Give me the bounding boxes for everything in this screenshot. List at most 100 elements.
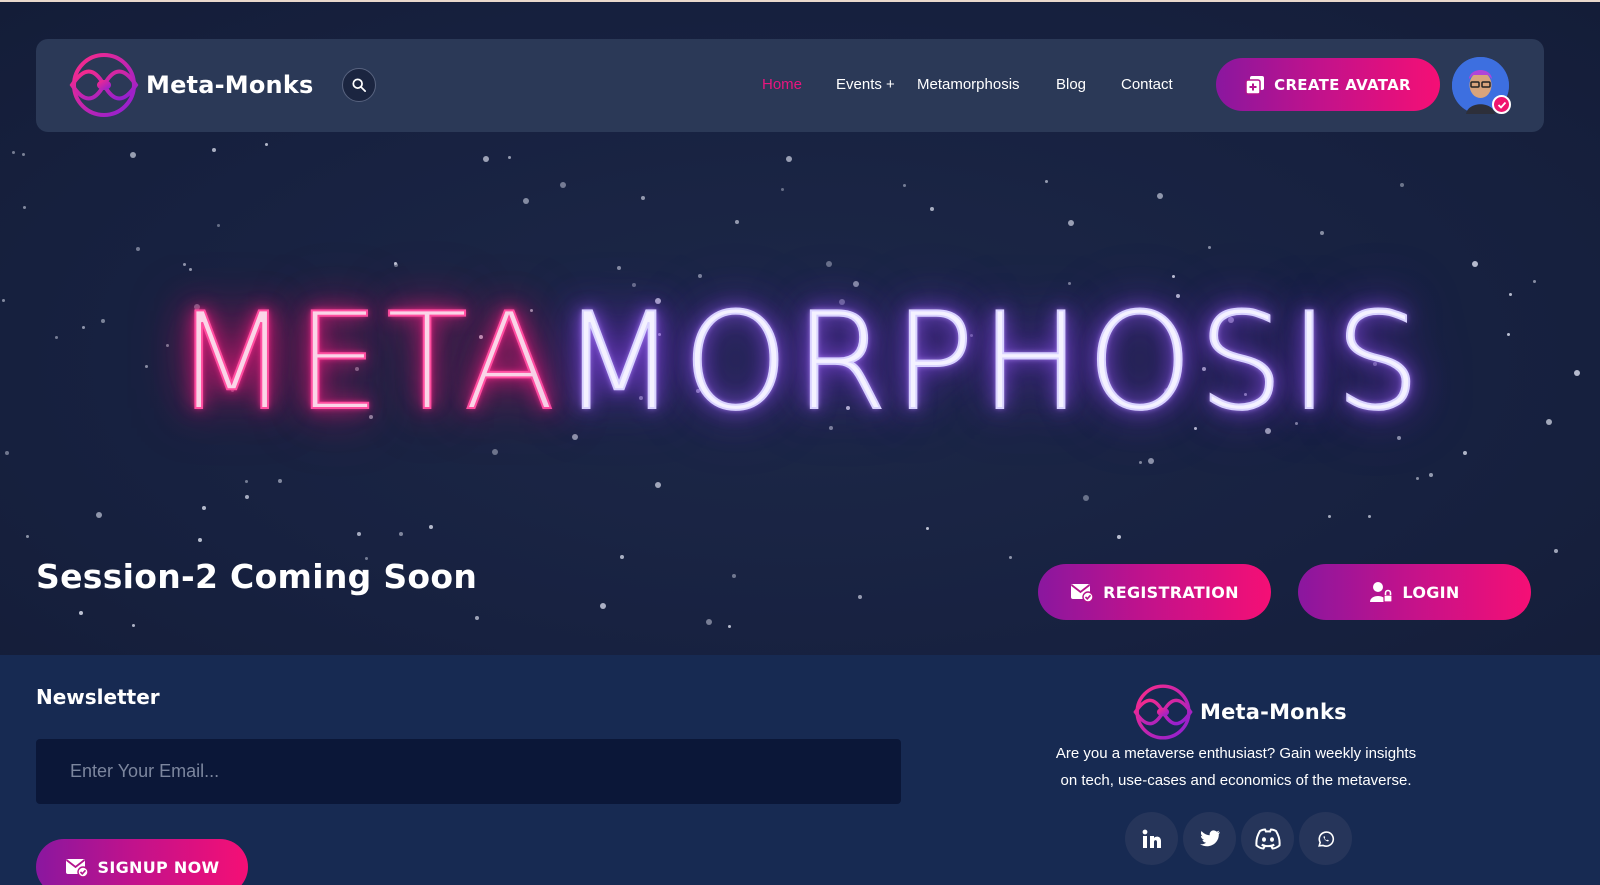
create-avatar-button[interactable]: CREATE AVATAR: [1216, 58, 1440, 111]
star: [79, 611, 83, 615]
star: [492, 449, 498, 455]
search-icon: [352, 78, 366, 92]
star: [1208, 246, 1211, 249]
about-line-2: on tech, use-cases and economics of the …: [1060, 772, 1412, 789]
star: [655, 482, 661, 488]
star: [1083, 495, 1089, 501]
star: [1400, 183, 1404, 187]
twitter-button[interactable]: [1183, 812, 1236, 865]
signup-now-button[interactable]: SIGNUP NOW: [36, 839, 248, 885]
add-avatar-icon: [1245, 75, 1265, 95]
star: [728, 625, 731, 628]
footer-about-text: Are you a metaverse enthusiast? Gain wee…: [1036, 740, 1436, 794]
star: [357, 532, 361, 536]
star: [1172, 275, 1175, 278]
star: [1320, 231, 1324, 235]
mail-check-icon: [1071, 584, 1094, 603]
footer-logo[interactable]: Meta-Monks: [1132, 681, 1347, 743]
registration-label: REGISTRATION: [1103, 582, 1239, 602]
star: [136, 247, 140, 251]
star: [641, 196, 645, 200]
star: [620, 555, 624, 559]
star: [130, 152, 136, 158]
star: [1368, 515, 1371, 518]
session-coming-soon-heading: Session-2 Coming Soon: [36, 557, 478, 596]
star: [1472, 261, 1478, 267]
title-part-morphosis: MORPHOSIS: [560, 284, 1427, 440]
star: [1463, 451, 1467, 455]
star: [1045, 180, 1048, 183]
star: [245, 495, 249, 499]
newsletter-heading: Newsletter: [36, 685, 160, 709]
whatsapp-icon: [1317, 830, 1334, 847]
search-button[interactable]: [342, 68, 376, 102]
metamorphosis-neon-title: METAMORPHOSIS: [0, 284, 1600, 440]
star: [278, 479, 282, 483]
star: [786, 156, 792, 162]
star: [1009, 556, 1012, 559]
star: [132, 624, 135, 627]
star: [523, 198, 529, 204]
star: [1148, 458, 1154, 464]
about-line-1: Are you a metaverse enthusiast? Gain wee…: [1055, 745, 1417, 762]
star: [475, 616, 479, 620]
nav-metamorphosis[interactable]: Metamorphosis: [917, 76, 1020, 93]
title-part-meta: META: [173, 284, 562, 440]
mail-check-icon: [65, 859, 89, 878]
star: [826, 261, 832, 267]
star: [706, 619, 712, 625]
user-avatar[interactable]: [1452, 57, 1511, 114]
footer-section: Newsletter SIGNUP NOW Meta-Monks Are you…: [0, 655, 1600, 885]
brand-name: Meta-Monks: [146, 71, 314, 99]
whatsapp-button[interactable]: [1299, 812, 1352, 865]
star: [1117, 535, 1121, 539]
star: [1429, 473, 1433, 477]
login-label: LOGIN: [1402, 582, 1460, 602]
star: [560, 182, 566, 188]
nav-blog[interactable]: Blog: [1056, 76, 1086, 93]
star: [926, 527, 929, 530]
star: [265, 143, 268, 146]
star: [698, 274, 702, 278]
star: [212, 148, 216, 152]
star: [930, 207, 934, 211]
star: [858, 595, 862, 599]
star: [202, 506, 206, 510]
star: [508, 156, 511, 159]
hero-section: Meta-Monks Home Events + Metamorphosis B…: [0, 0, 1600, 655]
top-navbar: Meta-Monks Home Events + Metamorphosis B…: [36, 39, 1544, 132]
linkedin-icon: [1142, 829, 1161, 848]
star: [1068, 220, 1074, 226]
star: [394, 262, 397, 265]
star: [1533, 280, 1536, 283]
star: [617, 266, 621, 270]
star: [189, 268, 192, 271]
site-logo[interactable]: Meta-Monks: [68, 49, 314, 121]
star: [732, 574, 736, 578]
star: [399, 532, 403, 536]
nav-home[interactable]: Home: [762, 76, 802, 93]
star: [183, 263, 186, 266]
nav-contact[interactable]: Contact: [1121, 76, 1173, 93]
discord-icon: [1254, 827, 1281, 850]
star: [1139, 461, 1142, 464]
star: [483, 156, 489, 162]
create-avatar-label: CREATE AVATAR: [1274, 75, 1411, 94]
registration-button[interactable]: REGISTRATION: [1038, 564, 1271, 620]
discord-button[interactable]: [1241, 812, 1294, 865]
star: [903, 184, 906, 187]
star: [217, 224, 220, 227]
star: [735, 220, 739, 224]
nav-events[interactable]: Events +: [836, 76, 895, 93]
star: [198, 538, 202, 542]
star: [600, 603, 606, 609]
star: [22, 153, 25, 156]
newsletter-email-input[interactable]: [36, 739, 901, 804]
footer-brand-name: Meta-Monks: [1200, 700, 1347, 724]
signup-now-label: SIGNUP NOW: [97, 857, 220, 877]
linkedin-button[interactable]: [1125, 812, 1178, 865]
star: [429, 525, 433, 529]
star: [1157, 193, 1163, 199]
star: [96, 512, 102, 518]
login-button[interactable]: LOGIN: [1298, 564, 1531, 620]
